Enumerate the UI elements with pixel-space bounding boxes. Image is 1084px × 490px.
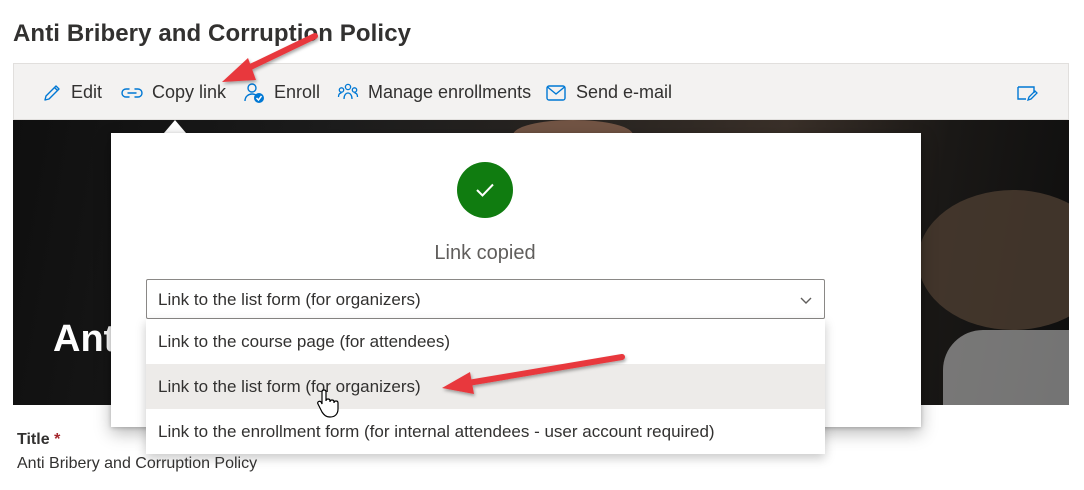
link-type-dropdown[interactable]: Link to the list form (for organizers) bbox=[146, 279, 825, 319]
title-field-label: Title * bbox=[17, 431, 60, 449]
chevron-down-icon bbox=[800, 297, 812, 304]
edit-page-button[interactable] bbox=[1016, 64, 1047, 121]
success-badge bbox=[457, 162, 513, 218]
copy-link-button[interactable]: Copy link bbox=[121, 64, 226, 121]
option-list-form[interactable]: Link to the list form (for organizers) bbox=[146, 364, 825, 409]
hand-cursor-icon bbox=[317, 389, 339, 418]
option-course-page[interactable]: Link to the course page (for attendees) bbox=[146, 319, 825, 364]
person-check-icon bbox=[244, 82, 264, 103]
pencil-icon bbox=[44, 84, 60, 101]
command-bar: Edit Copy link Enroll Manage enrollments… bbox=[13, 63, 1069, 120]
edit-label: Edit bbox=[71, 82, 103, 102]
link-copied-text: Link copied bbox=[434, 242, 536, 264]
required-marker: * bbox=[54, 431, 61, 448]
manage-enrollments-button[interactable]: Manage enrollments bbox=[337, 64, 531, 121]
enroll-label: Enroll bbox=[274, 82, 321, 102]
people-group-icon bbox=[337, 83, 359, 99]
title-field-value: Anti Bribery and Corruption Policy bbox=[17, 455, 258, 472]
enroll-button[interactable]: Enroll bbox=[243, 64, 320, 121]
send-email-label: Send e-mail bbox=[576, 82, 673, 102]
callout-beak bbox=[164, 120, 186, 133]
link-icon bbox=[121, 87, 143, 98]
title-label-text: Title bbox=[17, 431, 50, 448]
edit-note-icon bbox=[1017, 85, 1038, 101]
edit-button[interactable]: Edit bbox=[42, 64, 102, 121]
copy-link-label: Copy link bbox=[152, 82, 227, 102]
envelope-icon bbox=[546, 84, 566, 101]
send-email-button[interactable]: Send e-mail bbox=[545, 64, 672, 121]
checkmark-icon bbox=[476, 183, 494, 197]
option-enrollment-form[interactable]: Link to the enrollment form (for interna… bbox=[146, 409, 825, 454]
manage-enrollments-label: Manage enrollments bbox=[368, 82, 532, 102]
dropdown-options-list: Link to the course page (for attendees) … bbox=[146, 319, 825, 454]
page-title: Anti Bribery and Corruption Policy bbox=[13, 20, 412, 47]
dropdown-selected-value: Link to the list form (for organizers) bbox=[158, 290, 421, 309]
